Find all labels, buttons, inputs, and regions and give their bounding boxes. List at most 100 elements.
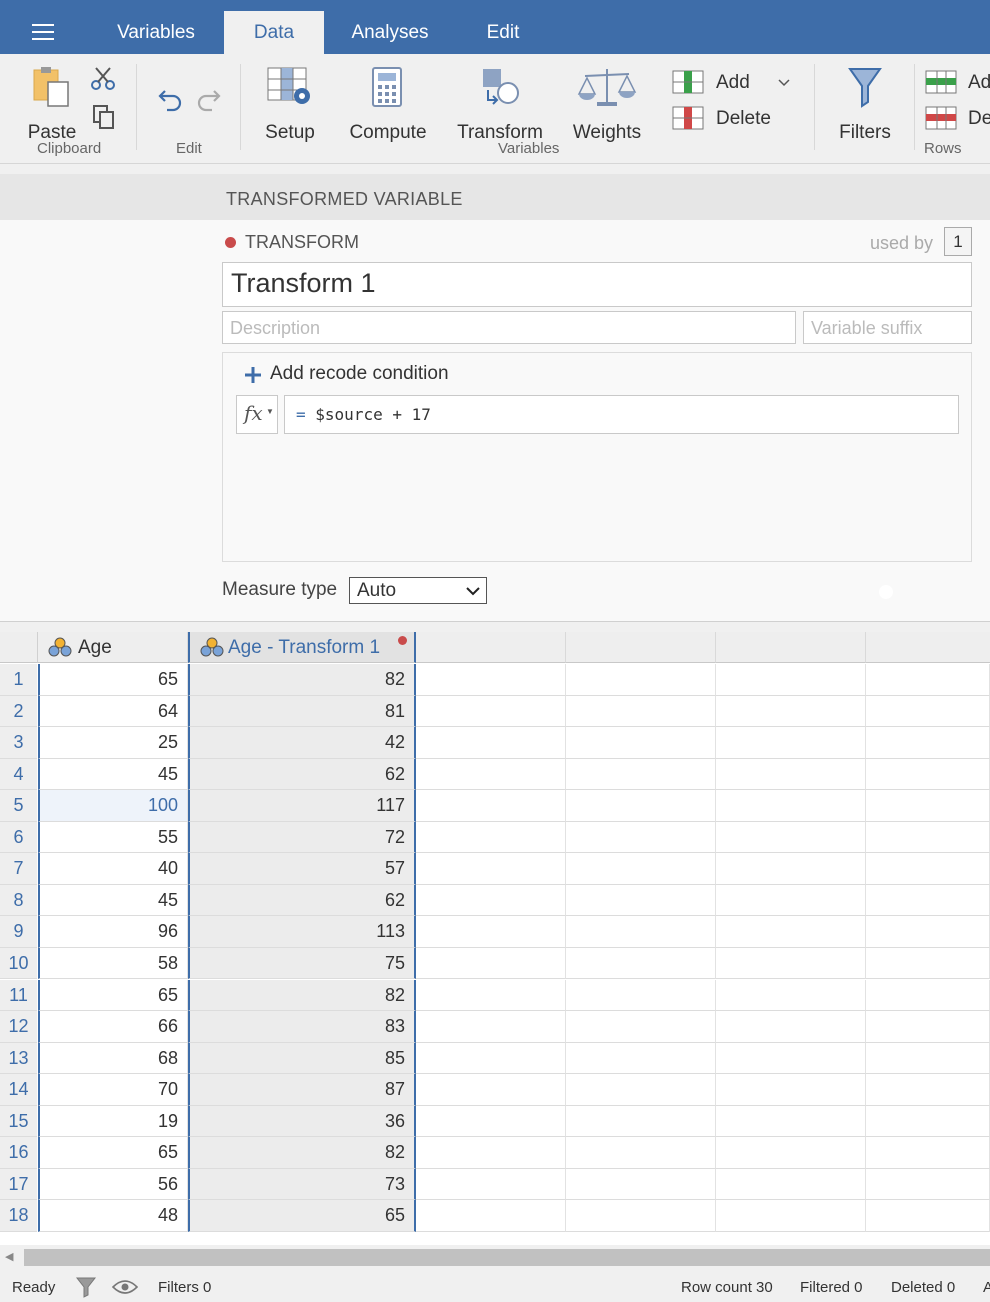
row-number[interactable]: 10: [0, 947, 37, 980]
empty-cell[interactable]: [866, 1168, 990, 1201]
row-number[interactable]: 11: [0, 979, 37, 1012]
empty-cell[interactable]: [416, 664, 566, 696]
empty-cell[interactable]: [566, 853, 716, 885]
table-cell[interactable]: 45: [38, 758, 188, 791]
empty-cell[interactable]: [716, 1168, 866, 1201]
row-number[interactable]: 17: [0, 1168, 37, 1201]
table-cell[interactable]: 82: [188, 979, 416, 1012]
empty-cell[interactable]: [416, 884, 566, 917]
empty-cell[interactable]: [716, 947, 866, 980]
description-input[interactable]: Description: [222, 311, 796, 344]
eye-icon[interactable]: [112, 1278, 138, 1296]
table-cell[interactable]: 65: [188, 1200, 416, 1232]
empty-cell[interactable]: [566, 947, 716, 980]
empty-cell[interactable]: [416, 1200, 566, 1232]
empty-cell[interactable]: [416, 727, 566, 759]
empty-cell[interactable]: [566, 979, 716, 1012]
empty-cell[interactable]: [566, 1168, 716, 1201]
table-cell[interactable]: 45: [38, 884, 188, 917]
measure-type-select[interactable]: Auto: [349, 577, 487, 604]
table-cell[interactable]: 65: [38, 1137, 188, 1169]
row-number[interactable]: 16: [0, 1137, 37, 1169]
cut-icon[interactable]: [90, 66, 116, 92]
empty-cell[interactable]: [716, 695, 866, 728]
table-cell[interactable]: 72: [188, 821, 416, 854]
table-cell[interactable]: 70: [38, 1074, 188, 1106]
empty-cell[interactable]: [866, 853, 990, 885]
row-number[interactable]: 15: [0, 1105, 37, 1138]
empty-cell[interactable]: [566, 1042, 716, 1075]
empty-cell[interactable]: [866, 821, 990, 854]
empty-cell[interactable]: [866, 695, 990, 728]
delete-variable-button[interactable]: Delete: [672, 106, 782, 134]
table-cell[interactable]: 75: [188, 947, 416, 980]
table-cell[interactable]: 65: [38, 979, 188, 1012]
row-number[interactable]: 4: [0, 758, 37, 791]
empty-cell[interactable]: [716, 758, 866, 791]
empty-cell[interactable]: [716, 664, 866, 696]
empty-cell[interactable]: [566, 916, 716, 948]
empty-cell[interactable]: [566, 727, 716, 759]
empty-cell[interactable]: [566, 1105, 716, 1138]
empty-cell[interactable]: [566, 695, 716, 728]
table-cell[interactable]: 81: [188, 695, 416, 728]
delete-row-button[interactable]: De: [925, 106, 990, 134]
table-cell[interactable]: 100: [38, 790, 188, 822]
used-by-count[interactable]: 1: [944, 227, 972, 256]
empty-cell[interactable]: [866, 1200, 990, 1232]
table-cell[interactable]: 62: [188, 884, 416, 917]
table-cell[interactable]: 96: [38, 916, 188, 948]
empty-cell[interactable]: [716, 1011, 866, 1043]
empty-cell[interactable]: [716, 979, 866, 1012]
empty-cell[interactable]: [866, 1137, 990, 1169]
horizontal-scrollbar[interactable]: ◀: [0, 1245, 990, 1271]
empty-cell[interactable]: [716, 1105, 866, 1138]
table-cell[interactable]: 48: [38, 1200, 188, 1232]
column-header-age[interactable]: Age: [38, 632, 188, 663]
row-number[interactable]: 6: [0, 821, 37, 854]
table-cell[interactable]: 87: [188, 1074, 416, 1106]
table-cell[interactable]: 85: [188, 1042, 416, 1075]
variable-suffix-input[interactable]: Variable suffix: [803, 311, 972, 344]
empty-cell[interactable]: [416, 853, 566, 885]
empty-cell[interactable]: [716, 853, 866, 885]
table-cell[interactable]: 58: [38, 947, 188, 980]
empty-cell[interactable]: [866, 790, 990, 822]
filter-icon[interactable]: [75, 1276, 97, 1298]
empty-cell[interactable]: [416, 1168, 566, 1201]
transform-button[interactable]: Transform: [454, 64, 546, 144]
empty-cell[interactable]: [566, 1011, 716, 1043]
add-row-button[interactable]: Ad: [925, 70, 990, 98]
empty-cell[interactable]: [866, 1105, 990, 1138]
empty-cell[interactable]: [416, 979, 566, 1012]
table-cell[interactable]: 36: [188, 1105, 416, 1138]
copy-icon[interactable]: [92, 104, 116, 130]
table-cell[interactable]: 62: [188, 758, 416, 791]
empty-cell[interactable]: [566, 664, 716, 696]
table-cell[interactable]: 73: [188, 1168, 416, 1201]
column-header-empty[interactable]: [566, 632, 716, 663]
setup-button[interactable]: Setup: [258, 64, 322, 144]
row-number[interactable]: 13: [0, 1042, 37, 1075]
redo-icon[interactable]: [194, 85, 222, 113]
table-cell[interactable]: 82: [188, 664, 416, 696]
empty-cell[interactable]: [416, 916, 566, 948]
empty-cell[interactable]: [416, 790, 566, 822]
scrollbar-thumb[interactable]: [24, 1249, 990, 1266]
empty-cell[interactable]: [716, 790, 866, 822]
column-header-empty[interactable]: [716, 632, 866, 663]
formula-input[interactable]: = $source + 17: [284, 395, 959, 434]
transform-name-input[interactable]: Transform 1: [222, 262, 972, 307]
row-number[interactable]: 3: [0, 727, 37, 759]
table-cell[interactable]: 19: [38, 1105, 188, 1138]
column-header-empty[interactable]: [866, 632, 990, 663]
empty-cell[interactable]: [416, 821, 566, 854]
table-cell[interactable]: 25: [38, 727, 188, 759]
row-number[interactable]: 2: [0, 695, 37, 728]
table-cell[interactable]: 83: [188, 1011, 416, 1043]
empty-cell[interactable]: [716, 1042, 866, 1075]
empty-cell[interactable]: [566, 1200, 716, 1232]
empty-cell[interactable]: [566, 884, 716, 917]
table-cell[interactable]: 65: [38, 664, 188, 696]
chevron-down-icon[interactable]: [778, 79, 790, 87]
